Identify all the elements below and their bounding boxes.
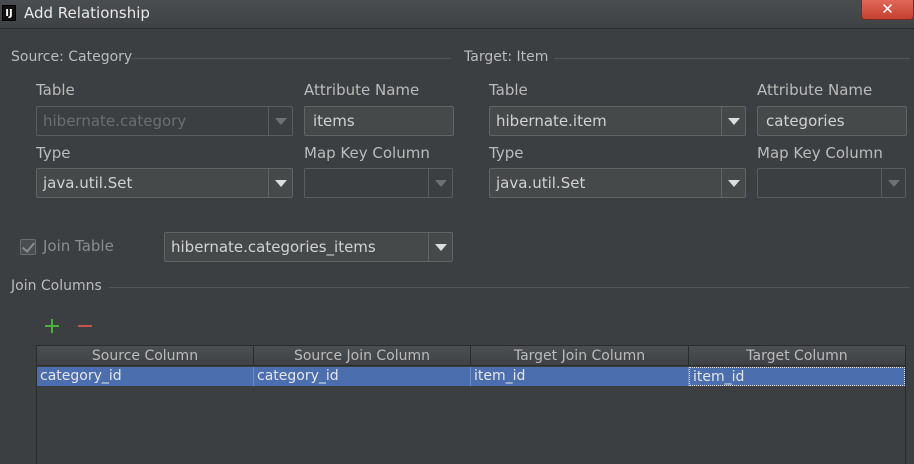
minus-icon[interactable]: [77, 318, 93, 334]
target-type-label: Type: [489, 144, 524, 162]
column-header-target-join-column[interactable]: Target Join Column: [471, 346, 689, 366]
join-table-combo[interactable]: hibernate.categories_items: [164, 232, 453, 262]
table-cell-source-column[interactable]: category_id: [37, 367, 254, 386]
chevron-down-icon[interactable]: [268, 169, 292, 197]
source-section-title: Source: Category: [11, 49, 133, 65]
join-table-value: hibernate.categories_items: [171, 238, 376, 256]
target-attribute-value: categories: [766, 112, 845, 130]
column-header-source-join-column[interactable]: Source Join Column: [254, 346, 471, 366]
target-separator: [554, 58, 910, 59]
target-table-combo[interactable]: hibernate.item: [489, 106, 746, 136]
join-columns-table[interactable]: Source Column Source Join Column Target …: [36, 345, 906, 464]
chevron-down-icon[interactable]: [721, 169, 745, 197]
plus-icon[interactable]: [44, 318, 60, 334]
target-attribute-label: Attribute Name: [757, 81, 873, 99]
join-columns-title: Join Columns: [11, 278, 102, 294]
chevron-down-icon[interactable]: [721, 107, 745, 135]
title-bar: IJ Add Relationship ✕: [0, 0, 914, 29]
source-map-key-combo: [304, 168, 453, 198]
chevron-down-icon: [881, 169, 905, 197]
target-table-label: Table: [489, 81, 528, 99]
intellij-app-icon: IJ: [2, 5, 16, 21]
source-attribute-field[interactable]: items: [304, 106, 454, 136]
chevron-down-icon[interactable]: [428, 233, 452, 261]
table-cell-target-column[interactable]: item_id: [689, 367, 905, 386]
source-attribute-value: items: [313, 112, 355, 130]
close-button[interactable]: ✕: [861, 0, 914, 20]
table-header: Source Column Source Join Column Target …: [37, 346, 905, 366]
target-section-title: Target: Item: [464, 49, 549, 65]
target-type-combo[interactable]: java.util.Set: [489, 168, 746, 198]
source-map-key-label: Map Key Column: [304, 144, 430, 162]
join-table-checkbox: [20, 239, 36, 255]
column-header-target-column[interactable]: Target Column: [689, 346, 905, 366]
source-attribute-label: Attribute Name: [304, 81, 420, 99]
chevron-down-icon: [268, 107, 292, 135]
target-type-value: java.util.Set: [496, 174, 586, 192]
join-columns-separator: [109, 287, 910, 288]
table-cell-target-join-column[interactable]: item_id: [471, 367, 689, 386]
target-attribute-field[interactable]: categories: [757, 106, 907, 136]
target-map-key-label: Map Key Column: [757, 144, 883, 162]
table-cell-source-join-column[interactable]: category_id: [254, 367, 471, 386]
source-type-value: java.util.Set: [43, 174, 133, 192]
source-table-value: hibernate.category: [43, 112, 187, 130]
source-separator: [131, 58, 451, 59]
target-map-key-combo: [757, 168, 906, 198]
source-table-combo: hibernate.category: [36, 106, 293, 136]
column-header-source-column[interactable]: Source Column: [37, 346, 254, 366]
join-table-label: Join Table: [43, 237, 114, 255]
target-table-value: hibernate.item: [496, 112, 607, 130]
source-table-label: Table: [36, 81, 75, 99]
table-row[interactable]: category_id category_id item_id item_id: [37, 367, 905, 386]
source-type-combo[interactable]: java.util.Set: [36, 168, 293, 198]
source-type-label: Type: [36, 144, 71, 162]
window-title: Add Relationship: [24, 4, 150, 22]
chevron-down-icon: [428, 169, 452, 197]
